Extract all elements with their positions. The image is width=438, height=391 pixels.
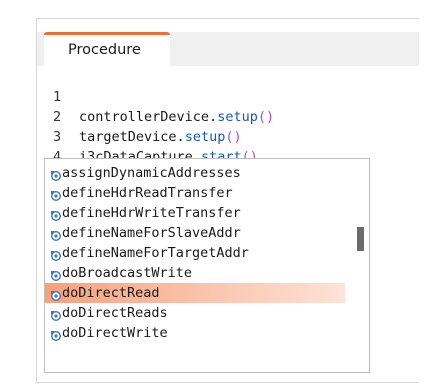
- autocomplete-item-label: defineHdrWriteTransfer: [62, 205, 241, 221]
- code-line: 4 controllerDevice.assignDynamicAddr: [37, 127, 355, 185]
- autocomplete-item[interactable]: defineNameForTargetAddr: [45, 243, 345, 263]
- code-line: 1 controllerDevice.setup(): [37, 67, 274, 125]
- method-icon: [50, 267, 62, 282]
- method-icon: [50, 327, 62, 342]
- autocomplete-item-label: doDirectWrite: [62, 325, 168, 341]
- scrollbar-thumb[interactable]: [357, 227, 364, 251]
- code-parens: (): [257, 109, 275, 125]
- method-icon: [50, 307, 62, 322]
- autocomplete-item-label: doDirectReads: [62, 305, 168, 321]
- autocomplete-item-label: doDirectRead: [62, 285, 160, 301]
- tab-bar: Procedure: [37, 32, 419, 66]
- autocomplete-item[interactable]: doBroadcastWrite: [45, 263, 345, 283]
- autocomplete-popup: assignDynamicAddresses defineHdrReadTrans…: [44, 158, 370, 373]
- window: Procedure 1 controllerDevice.setup() 2 t…: [0, 0, 438, 391]
- code-line: 2 targetDevice.setup(): [37, 87, 242, 145]
- code-text: controllerDevice.setup(): [79, 109, 275, 125]
- autocomplete-scrollbar[interactable]: [351, 159, 369, 372]
- autocomplete-item[interactable]: doDirectReads: [45, 303, 345, 323]
- code-text: targetDevice.setup(): [79, 129, 242, 145]
- method-icon: [50, 167, 62, 182]
- autocomplete-item-label: doBroadcastWrite: [62, 265, 193, 281]
- autocomplete-item[interactable]: defineHdrReadTransfer: [45, 183, 345, 203]
- autocomplete-item-label: defineNameForTargetAddr: [62, 245, 249, 261]
- autocomplete-item[interactable]: assignDynamicAddresses: [45, 163, 345, 183]
- autocomplete-item-label: defineHdrReadTransfer: [62, 185, 233, 201]
- code-parens: (): [225, 129, 242, 145]
- tab-label: Procedure: [68, 42, 141, 58]
- code-line: 3 i3cDataCapture.start(): [37, 107, 258, 165]
- method-icon: [50, 247, 62, 262]
- autocomplete-item-label: defineNameForSlaveAddr: [62, 225, 241, 241]
- code-method: setup: [184, 129, 226, 145]
- autocomplete-item-label: assignDynamicAddresses: [62, 165, 241, 181]
- method-icon: [50, 207, 62, 222]
- method-icon: [50, 227, 62, 242]
- autocomplete-item[interactable]: defineHdrWriteTransfer: [45, 203, 345, 223]
- autocomplete-item[interactable]: doDirectWrite: [45, 323, 345, 343]
- method-icon: [50, 187, 62, 202]
- autocomplete-item[interactable]: doDirectRead: [45, 283, 345, 303]
- autocomplete-item[interactable]: defineNameForSlaveAddr: [45, 223, 345, 243]
- method-icon: [50, 287, 62, 302]
- tab-procedure[interactable]: Procedure: [44, 32, 170, 66]
- code-method: setup: [217, 109, 258, 125]
